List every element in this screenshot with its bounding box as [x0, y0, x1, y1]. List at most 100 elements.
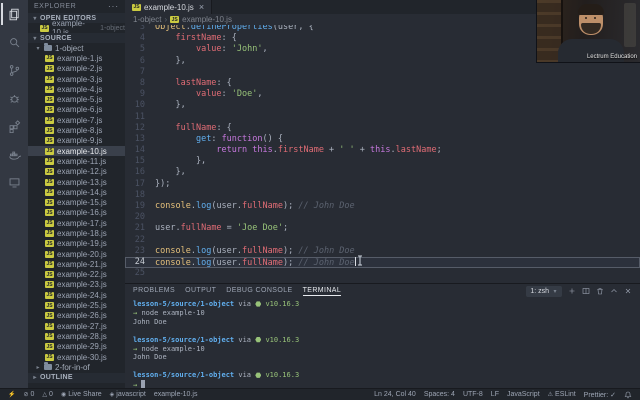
indentation-status[interactable]: Spaces: 4 [420, 389, 459, 400]
eslint-status[interactable]: ⚠ ESLint [544, 389, 580, 400]
code-text: }, [155, 55, 186, 66]
notifications-bell-icon[interactable] [620, 389, 636, 400]
file-example-23.js[interactable]: JS example-23.js [28, 280, 125, 290]
code-line-21[interactable]: 21 user.fullName = 'Joe Doe'; [125, 223, 640, 234]
code-line-17[interactable]: 17}); [125, 179, 640, 190]
live-share-status[interactable]: ◉ Live Share [57, 389, 106, 400]
cursor-position-status[interactable]: Ln 24, Col 40 [370, 389, 420, 400]
panel-tab-debug-console[interactable]: DEBUG CONSOLE [226, 287, 292, 296]
outline-header[interactable]: ▸ OUTLINE [28, 372, 125, 383]
file-example-22.js[interactable]: JS example-22.js [28, 270, 125, 280]
panel-tab-problems[interactable]: PROBLEMS [133, 287, 175, 296]
js-file-icon: JS [45, 199, 54, 207]
explorer-icon[interactable] [1, 3, 27, 25]
file-example-27.js[interactable]: JS example-27.js [28, 321, 125, 331]
docker-icon[interactable] [1, 143, 27, 165]
file-example-14.js[interactable]: JS example-14.js [28, 187, 125, 197]
file-example-19.js[interactable]: JS example-19.js [28, 239, 125, 249]
language-mode-status[interactable]: JavaScript [503, 389, 544, 400]
warnings-status[interactable]: △ 0 [38, 389, 57, 400]
code-line-11[interactable]: 11 [125, 112, 640, 123]
file-example-1.js[interactable]: JS example-1.js [28, 53, 125, 63]
file-example-28.js[interactable]: JS example-28.js [28, 331, 125, 341]
file-example-20.js[interactable]: JS example-20.js [28, 249, 125, 259]
extensions-icon[interactable] [1, 115, 27, 137]
folder-1-object[interactable]: ▾ 1-object [28, 43, 125, 53]
file-example-30.js[interactable]: JS example-30.js [28, 352, 125, 362]
active-file-status[interactable]: example-10.js [150, 389, 202, 400]
file-example-11.js[interactable]: JS example-11.js [28, 156, 125, 166]
file-example-29.js[interactable]: JS example-29.js [28, 342, 125, 352]
code-line-25[interactable]: 25 [125, 268, 640, 279]
javascript-status[interactable]: ◈ javascript [106, 389, 150, 400]
file-example-7.js[interactable]: JS example-7.js [28, 115, 125, 125]
code-editor[interactable]: 3 Object.defineProperties(user, {4 firstN… [125, 25, 640, 283]
more-actions-icon[interactable]: ··· [108, 2, 119, 11]
errors-status[interactable]: ⊘ 0 [19, 389, 38, 400]
errors-icon: ⊘ [23, 392, 29, 398]
code-line-15[interactable]: 15 }, [125, 156, 640, 167]
panel-tab-terminal[interactable]: TERMINAL [302, 287, 342, 296]
encoding-status[interactable]: UTF-8 [459, 389, 487, 400]
file-example-2.js[interactable]: JS example-2.js [28, 64, 125, 74]
close-panel-icon[interactable] [624, 287, 632, 295]
file-example-21.js[interactable]: JS example-21.js [28, 259, 125, 269]
split-terminal-icon[interactable] [582, 287, 590, 295]
code-line-12[interactable]: 12 fullName: { [125, 123, 640, 134]
code-line-13[interactable]: 13 get: function() { [125, 134, 640, 145]
source-section-header[interactable]: ▾ SOURCE [28, 33, 125, 43]
js-file-icon: JS [132, 3, 141, 11]
search-icon[interactable] [1, 31, 27, 53]
code-line-8[interactable]: 8 lastName: { [125, 78, 640, 89]
code-line-16[interactable]: 16 }, [125, 167, 640, 178]
file-example-3.js[interactable]: JS example-3.js [28, 74, 125, 84]
file-example-4.js[interactable]: JS example-4.js [28, 84, 125, 94]
folder-2-for-in-of[interactable]: ▸ 2-for-in-of [28, 362, 125, 372]
prettier-status[interactable]: Prettier: ✓ [580, 389, 620, 400]
new-terminal-icon[interactable] [568, 287, 576, 295]
status-right: Ln 24, Col 40 Spaces: 4 UTF-8 LF JavaScript ⚠… [370, 389, 620, 400]
file-example-10.js[interactable]: JS example-10.js [28, 145, 125, 157]
shell-selector[interactable]: 1: zsh ▾ [526, 285, 562, 297]
terminal-output[interactable]: lesson-5/source/1-object via v10.16.3 → n… [125, 298, 640, 388]
close-icon[interactable]: × [199, 2, 204, 12]
code-line-18[interactable]: 18 [125, 190, 640, 201]
file-example-24.js[interactable]: JS example-24.js [28, 290, 125, 300]
open-editor-item[interactable]: JS example-10.js 1-object [28, 19, 125, 37]
code-line-7[interactable]: 7 [125, 67, 640, 78]
eol-status[interactable]: LF [487, 389, 503, 400]
file-example-15.js[interactable]: JS example-15.js [28, 197, 125, 207]
file-example-9.js[interactable]: JS example-9.js [28, 136, 125, 146]
debug-icon[interactable] [1, 87, 27, 109]
code-line-14[interactable]: 14 return this.firstName + ' ' + this.la… [125, 145, 640, 156]
code-line-19[interactable]: 19 console.log(user.fullName); // John Do… [125, 201, 640, 212]
chevron-up-icon[interactable] [610, 287, 618, 295]
file-example-12.js[interactable]: JS example-12.js [28, 167, 125, 177]
file-example-16.js[interactable]: JS example-16.js [28, 208, 125, 218]
code-line-22[interactable]: 22 [125, 235, 640, 246]
file-example-17.js[interactable]: JS example-17.js [28, 218, 125, 228]
code-line-23[interactable]: 23 console.log(user.fullName); // John Do… [125, 246, 640, 257]
code-line-10[interactable]: 10 }, [125, 100, 640, 111]
breadcrumb-file[interactable]: example-10.js [182, 15, 232, 24]
tab-example-10[interactable]: JS example-10.js × [125, 0, 213, 14]
code-line-24[interactable]: 24 console.log(user.fullName); // John Do… [125, 256, 640, 269]
trash-icon[interactable] [596, 287, 604, 295]
file-example-26.js[interactable]: JS example-26.js [28, 311, 125, 321]
file-example-25.js[interactable]: JS example-25.js [28, 300, 125, 310]
code-line-20[interactable]: 20 [125, 212, 640, 223]
file-example-8.js[interactable]: JS example-8.js [28, 125, 125, 135]
remote-status[interactable]: ⚡ [4, 389, 19, 400]
webcam-overlay: Lectrum Education [537, 0, 640, 62]
remote-explorer-icon[interactable] [1, 171, 27, 193]
file-example-13.js[interactable]: JS example-13.js [28, 177, 125, 187]
panel-tab-output[interactable]: OUTPUT [185, 287, 216, 296]
breadcrumb-folder[interactable]: 1-object [133, 15, 161, 24]
file-example-6.js[interactable]: JS example-6.js [28, 105, 125, 115]
source-control-icon[interactable] [1, 59, 27, 81]
file-example-18.js[interactable]: JS example-18.js [28, 228, 125, 238]
file-label: example-1.js [57, 53, 103, 63]
file-example-5.js[interactable]: JS example-5.js [28, 94, 125, 104]
code-line-9[interactable]: 9 value: 'Doe', [125, 89, 640, 100]
line-number: 19 [134, 201, 145, 211]
